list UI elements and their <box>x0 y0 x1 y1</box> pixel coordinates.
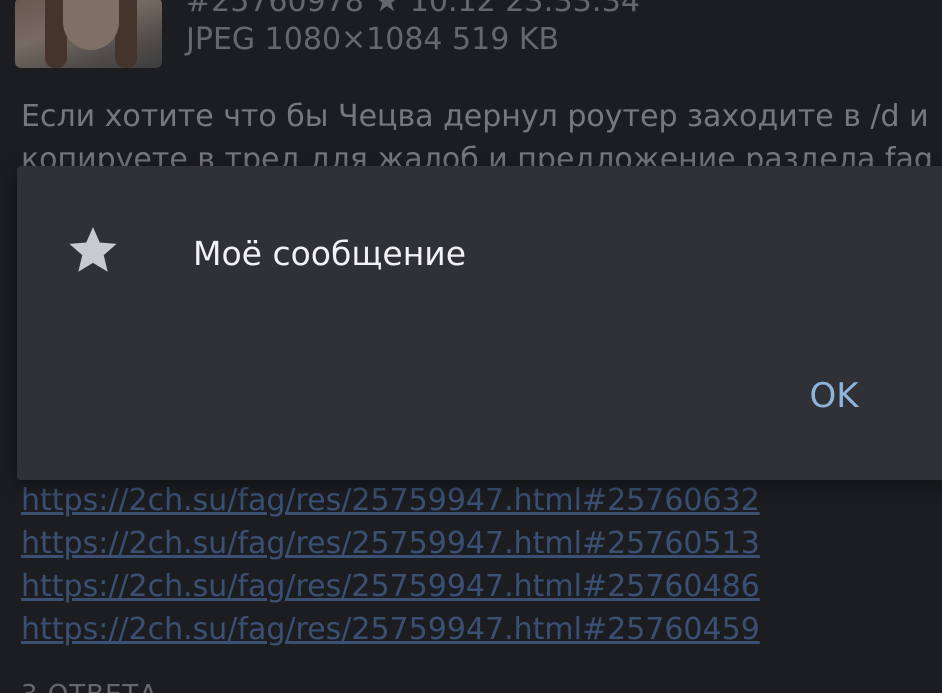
post-link[interactable]: https://2ch.su/fag/res/25759947.html#257… <box>21 565 760 608</box>
post-link[interactable]: https://2ch.su/fag/res/25759947.html#257… <box>21 608 760 651</box>
message-dialog: Моё сообщение OK <box>17 166 942 480</box>
ok-button[interactable]: OK <box>787 364 881 428</box>
post-link[interactable]: https://2ch.su/fag/res/25759947.html#257… <box>21 479 760 522</box>
post-image-thumbnail[interactable] <box>15 0 162 68</box>
dialog-title: Моё сообщение <box>193 234 467 273</box>
post-links: https://2ch.su/fag/res/25759947.html#257… <box>21 479 760 651</box>
thumbnail-face <box>63 0 119 50</box>
replies-label[interactable]: 3 ОТВЕТА <box>21 680 158 693</box>
post-file-info: JPEG 1080×1084 519 KB <box>186 22 560 57</box>
star-icon <box>65 222 121 278</box>
post-meta: #25760978 ★ 10.12 23:33:34 <box>186 0 640 19</box>
post-text-line: Если хотите что бы Чецва дернул роутер з… <box>21 99 929 134</box>
post-link[interactable]: https://2ch.su/fag/res/25759947.html#257… <box>21 522 760 565</box>
screen: #25760978 ★ 10.12 23:33:34 JPEG 1080×108… <box>0 0 942 693</box>
